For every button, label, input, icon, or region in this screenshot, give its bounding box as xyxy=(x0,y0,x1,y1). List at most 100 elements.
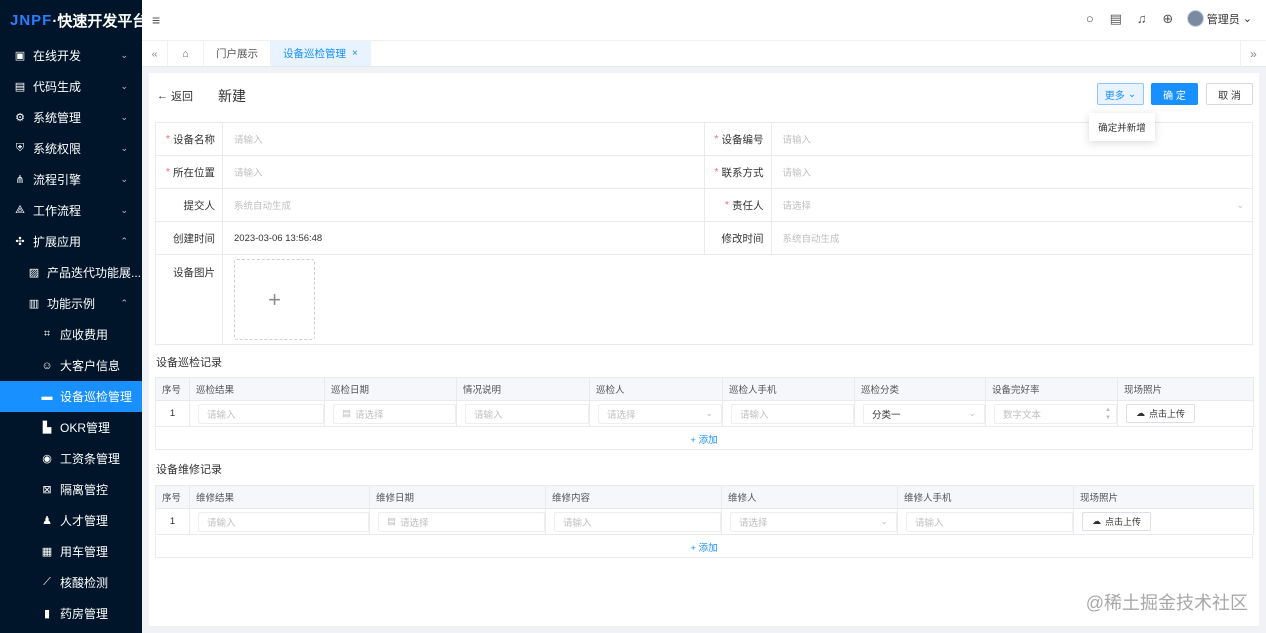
sidebar-item-label: 工资条管理 xyxy=(60,452,121,466)
modified-label: 修改时间 xyxy=(704,222,772,254)
tab-portal[interactable]: 门户展示 xyxy=(204,41,271,66)
owner-select[interactable]: 请选择 ⌄ xyxy=(772,189,1253,221)
desc-input[interactable]: 请输入 xyxy=(456,400,590,427)
sidebar-item-9[interactable]: ⌗ 应收费用 xyxy=(0,319,142,350)
col-header: 情况说明 xyxy=(456,377,590,401)
upload-button[interactable]: ☁ 点击上传 xyxy=(1082,512,1152,531)
sidebar-item-6[interactable]: ✣ 扩展应用 ⌃ xyxy=(0,226,142,257)
sidebar-item-12[interactable]: ▙ OKR管理 xyxy=(0,412,142,443)
globe-icon[interactable]: ⊕ xyxy=(1161,11,1175,27)
inspection-add-button[interactable]: + 添加 xyxy=(155,428,1253,450)
form-row: 创建时间 2023-03-06 13:56:48 修改时间 系统自动生成 xyxy=(156,222,1252,255)
sidebar-item-14[interactable]: ⊠ 隔离管控 xyxy=(0,474,142,505)
flow-icon: ⋔ xyxy=(15,174,25,186)
table-header-row: 序号 巡检结果 巡检日期 情况说明 巡检人 巡检人手机 巡检分类 设备完好率 现… xyxy=(155,377,1254,401)
result-input[interactable]: 请输入 xyxy=(189,400,325,427)
chevron-down-icon: ⌄ xyxy=(120,112,128,122)
row-number: 1 xyxy=(155,508,190,535)
car-icon: ▦ xyxy=(41,546,53,558)
created-label: 创建时间 xyxy=(156,222,223,254)
sidebar-item-label: 药房管理 xyxy=(60,607,109,621)
sidebar-item-10[interactable]: ☺ 大客户信息 xyxy=(0,350,142,381)
image-upload-plus-icon[interactable]: + xyxy=(234,259,315,340)
sidebar-item-label: 在线开发 xyxy=(33,49,82,63)
sidebar-item-11[interactable]: ▬ 设备巡检管理 xyxy=(0,381,142,412)
col-header: 维修日期 xyxy=(369,485,546,509)
col-header: 巡检人手机 xyxy=(722,377,855,401)
rate-input[interactable]: 数字文本 ▲ ▼ xyxy=(985,400,1118,427)
col-header: 现场照片 xyxy=(1117,377,1254,401)
sidebar-item-0[interactable]: ▣ 在线开发 ⌄ xyxy=(0,40,142,71)
close-icon[interactable]: × xyxy=(352,48,358,59)
money-icon: ◉ xyxy=(42,453,52,465)
repair-add-button[interactable]: + 添加 xyxy=(155,536,1253,558)
confirm-button[interactable]: 确 定 xyxy=(1151,83,1198,105)
chevron-up-icon: ⌃ xyxy=(120,236,128,246)
back-button[interactable]: ← 返回 xyxy=(157,88,193,104)
col-header: 序号 xyxy=(155,377,190,401)
device-code-input[interactable]: 请输入 xyxy=(772,123,1253,155)
col-header: 设备完好率 xyxy=(985,377,1118,401)
sidebar-item-15[interactable]: ♟ 人才管理 xyxy=(0,505,142,536)
menu-fold-icon[interactable]: ≡ xyxy=(152,12,160,28)
device-name-input[interactable]: 请输入 xyxy=(223,123,705,155)
device-code-label: * 设备编号 xyxy=(704,123,772,155)
sidebar-item-label: 流程引擎 xyxy=(33,173,82,187)
inspector-select[interactable]: 请选择 ⌄ xyxy=(589,400,723,427)
sidebar-item-2[interactable]: ⚙ 系统管理 ⌄ xyxy=(0,102,142,133)
sidebar-item-13[interactable]: ◉ 工资条管理 xyxy=(0,443,142,474)
form-row: 提交人 系统自动生成 * 责任人 请选择 ⌄ xyxy=(156,189,1252,222)
sidebar-item-8[interactable]: ▥ 功能示例 ⌃ xyxy=(0,288,142,319)
content-input[interactable]: 请输入 xyxy=(545,508,722,535)
page-header: ← 返回 新建 更多 ⌄ 确 定 取 消 xyxy=(149,73,1259,117)
header-actions: ○ ▤ ♫ ⊕ 管理员 ⌄ xyxy=(1083,10,1252,27)
category-select[interactable]: 分类一 ⌄ xyxy=(854,400,986,427)
cancel-button[interactable]: 取 消 xyxy=(1206,83,1253,105)
sidebar-item-7[interactable]: ▨ 产品迭代功能展... ⌄ xyxy=(0,257,142,288)
date-picker[interactable]: ▤ 请选择 xyxy=(324,400,457,427)
menu-item-confirm-and-new[interactable]: 确定并新增 xyxy=(1089,113,1155,141)
sidebar-item-label: 应收费用 xyxy=(60,328,109,342)
double-left-icon[interactable]: « xyxy=(142,41,168,66)
more-button[interactable]: 更多 ⌄ xyxy=(1097,83,1144,105)
home-icon[interactable]: ⌂ xyxy=(168,41,204,66)
apps-icon: ✣ xyxy=(15,236,25,248)
modified-value: 系统自动生成 xyxy=(782,234,840,245)
sidebar-item-18[interactable]: ▮ 药房管理 xyxy=(0,598,142,629)
gallery-icon: ▨ xyxy=(28,267,40,279)
main-panel: ← 返回 新建 更多 ⌄ 确 定 取 消 确定并新增 * 设备名称 请输入 * 设备… xyxy=(149,73,1259,626)
table-row: 1 请输入 ▤ 请选择 请输入 请选择 ⌄ 请输入 分类一 ⌄ 数字文本 ▲ ▼ ☁ 点击上… xyxy=(155,400,1254,427)
phone-input[interactable]: 请输入 xyxy=(722,400,855,427)
briefcase-icon: ▬ xyxy=(41,390,53,403)
sidebar-item-1[interactable]: ▤ 代码生成 ⌄ xyxy=(0,71,142,102)
search-icon[interactable]: ○ xyxy=(1083,11,1097,26)
result-input[interactable]: 请输入 xyxy=(189,508,370,535)
sidebar-item-label: 设备巡检管理 xyxy=(60,390,133,404)
sidebar-item-3[interactable]: ⛨ 系统权限 ⌄ xyxy=(0,133,142,164)
repairer-select[interactable]: 请选择 ⌄ xyxy=(721,508,898,535)
user-menu[interactable]: 管理员 ⌄ xyxy=(1186,10,1252,27)
watermark: @稀土掘金技术社区 xyxy=(1085,593,1248,613)
upload-button[interactable]: ☁ 点击上传 xyxy=(1126,404,1196,423)
col-header: 维修内容 xyxy=(545,485,722,509)
phone-input[interactable]: 请输入 xyxy=(897,508,1074,535)
double-right-icon[interactable]: » xyxy=(1240,41,1266,67)
date-picker[interactable]: ▤ 请选择 xyxy=(369,508,546,535)
avatar xyxy=(1186,10,1204,27)
chevron-down-icon: ⌄ xyxy=(120,174,128,184)
sidebar-item-5[interactable]: ⟁ 工作流程 ⌄ xyxy=(0,195,142,226)
bell-icon[interactable]: ♫ xyxy=(1135,11,1149,26)
device-image-label: 设备图片 xyxy=(156,255,223,344)
sidebar-item-16[interactable]: ▦ 用车管理 xyxy=(0,536,142,567)
shield-icon: ⛨ xyxy=(15,142,25,154)
sidebar-item-17[interactable]: ⟋ 核酸检测 xyxy=(0,567,142,598)
message-icon[interactable]: ▤ xyxy=(1109,11,1123,27)
sidebar-item-4[interactable]: ⋔ 流程引擎 ⌄ xyxy=(0,164,142,195)
contact-input[interactable]: 请输入 xyxy=(772,156,1253,188)
tab-device-inspection[interactable]: 设备巡检管理 × xyxy=(271,41,371,66)
person-icon: ♟ xyxy=(42,515,52,527)
chevron-down-icon: ⌄ xyxy=(120,81,128,91)
photo-cell: ☁ 点击上传 xyxy=(1117,400,1254,427)
location-input[interactable]: 请输入 xyxy=(223,156,705,188)
stepper-icon: ▲ ▼ xyxy=(1105,406,1111,421)
